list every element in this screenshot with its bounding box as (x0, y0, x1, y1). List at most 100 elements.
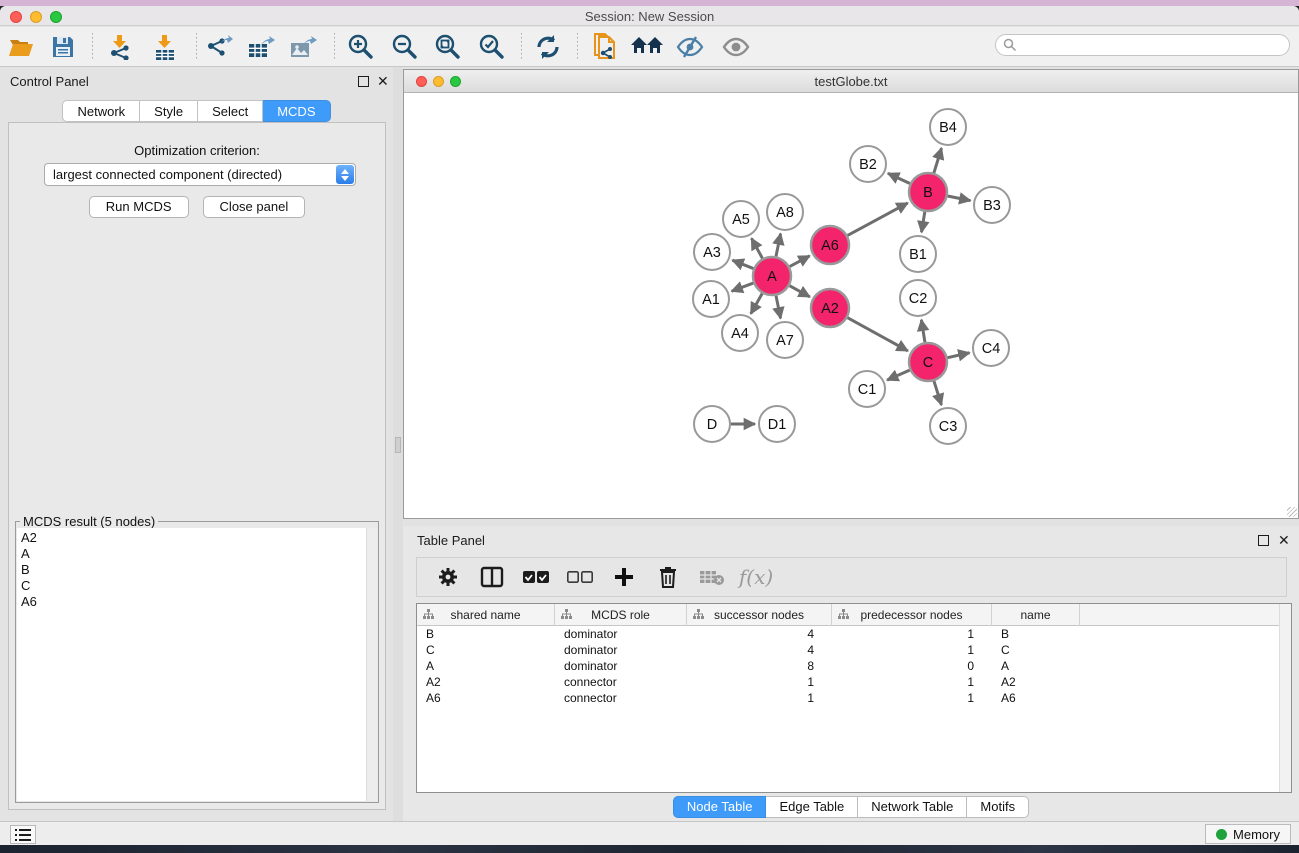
run-mcds-button[interactable]: Run MCDS (89, 196, 189, 218)
table-cell[interactable]: 1 (832, 642, 992, 658)
show-eye-icon[interactable] (719, 31, 753, 63)
network-graph[interactable]: B4B2BB3A5A8A6B1A3AC2A1A2A4A7C4CC1C3DD1 (404, 94, 1298, 518)
graph-edge-A-A5[interactable] (752, 238, 763, 258)
table-cell[interactable]: 1 (687, 690, 832, 706)
column-header-successor-nodes[interactable]: successor nodes (687, 604, 832, 626)
graph-edge-A2-C[interactable] (848, 318, 908, 351)
graph-edge-B-B2[interactable] (888, 173, 910, 183)
float-panel-icon[interactable] (358, 76, 369, 87)
tab-edge-table[interactable]: Edge Table (766, 796, 858, 818)
table-cell[interactable]: 1 (832, 674, 992, 690)
table-cell[interactable]: 4 (687, 626, 832, 642)
table-cell[interactable]: A2 (417, 674, 555, 690)
tab-style[interactable]: Style (140, 100, 198, 122)
gear-icon[interactable] (433, 562, 463, 592)
column-view-icon[interactable] (477, 562, 507, 592)
table-cell[interactable]: connector (555, 674, 687, 690)
graph-edge-A-A3[interactable] (732, 260, 753, 268)
close-panel-button[interactable]: Close panel (203, 196, 306, 218)
column-header-name[interactable]: name (992, 604, 1080, 626)
splitter-grip[interactable] (395, 437, 401, 453)
graph-edge-C-C1[interactable] (887, 370, 910, 380)
table-cell[interactable]: B (992, 626, 1080, 642)
home-icon[interactable] (630, 31, 664, 63)
graph-edge-A-A7[interactable] (776, 296, 781, 319)
graph-edge-B-B4[interactable] (934, 148, 942, 173)
graph-edge-A-A4[interactable] (751, 293, 762, 313)
table-cell[interactable]: B (417, 626, 555, 642)
table-row[interactable]: Bdominator41B (417, 626, 1291, 642)
graph-edge-A6-B[interactable] (848, 203, 908, 236)
result-scrollbar[interactable] (366, 528, 377, 801)
table-cell[interactable]: C (417, 642, 555, 658)
export-image-icon[interactable] (286, 31, 320, 63)
table-scrollbar[interactable] (1279, 604, 1291, 792)
delete-icon[interactable] (653, 562, 683, 592)
table-cell[interactable]: A6 (992, 690, 1080, 706)
task-history-icon[interactable] (10, 825, 36, 844)
import-network-icon[interactable] (103, 31, 137, 63)
table-cell[interactable]: C (992, 642, 1080, 658)
result-item[interactable]: A2 (21, 530, 363, 546)
table-row[interactable]: Cdominator41C (417, 642, 1291, 658)
function-builder-icon[interactable]: f(x) (741, 562, 771, 592)
search-field[interactable] (995, 34, 1290, 56)
network-view-titlebar[interactable]: testGlobe.txt (404, 70, 1298, 93)
tab-network-table[interactable]: Network Table (858, 796, 967, 818)
tab-mcds[interactable]: MCDS (263, 100, 330, 122)
tab-network[interactable]: Network (62, 100, 140, 122)
table-cell[interactable]: dominator (555, 626, 687, 642)
table-row[interactable]: Adominator80A (417, 658, 1291, 674)
import-table-icon[interactable] (148, 31, 182, 63)
graph-edge-B-B1[interactable] (922, 212, 925, 233)
graph-edge-C-C2[interactable] (921, 320, 925, 343)
result-item[interactable]: B (21, 562, 363, 578)
graph-edge-A-A2[interactable] (790, 286, 810, 297)
tab-node-table[interactable]: Node Table (673, 796, 767, 818)
table-cell[interactable]: dominator (555, 658, 687, 674)
table-cell[interactable]: A2 (992, 674, 1080, 690)
result-item[interactable]: A (21, 546, 363, 562)
table-cell[interactable]: 4 (687, 642, 832, 658)
graph-edge-B-B3[interactable] (948, 196, 971, 201)
table-cell[interactable]: A (417, 658, 555, 674)
graph-edge-C-C4[interactable] (948, 353, 970, 358)
table-cell[interactable]: dominator (555, 642, 687, 658)
table-cell[interactable]: 8 (687, 658, 832, 674)
table-cell[interactable]: 0 (832, 658, 992, 674)
result-item[interactable]: A6 (21, 594, 363, 610)
network-resize-handle[interactable] (1287, 507, 1297, 517)
refresh-icon[interactable] (531, 31, 565, 63)
table-cell[interactable]: A (992, 658, 1080, 674)
add-column-icon[interactable] (609, 562, 639, 592)
hide-eye-icon[interactable] (673, 31, 707, 63)
zoom-fit-icon[interactable] (431, 31, 465, 63)
graph-edge-A-A1[interactable] (732, 283, 754, 291)
open-file-icon[interactable] (5, 31, 39, 63)
delete-table-icon[interactable] (697, 562, 727, 592)
zoom-out-icon[interactable] (388, 31, 422, 63)
panel-splitter[interactable] (393, 67, 403, 821)
export-network-icon[interactable] (202, 31, 236, 63)
search-input[interactable] (1017, 36, 1289, 54)
select-all-icon[interactable] (521, 562, 551, 592)
table-row[interactable]: A2connector11A2 (417, 674, 1291, 690)
table-cell[interactable]: 1 (687, 674, 832, 690)
new-network-icon[interactable] (588, 31, 622, 63)
export-table-icon[interactable] (244, 31, 278, 63)
table-cell[interactable]: connector (555, 690, 687, 706)
table-row[interactable]: A6connector11A6 (417, 690, 1291, 706)
memory-button[interactable]: Memory (1205, 824, 1291, 844)
optimization-criterion-select[interactable]: largest connected component (directed) (44, 163, 356, 186)
graph-edge-A-A6[interactable] (790, 256, 810, 267)
zoom-in-icon[interactable] (344, 31, 378, 63)
result-item[interactable]: C (21, 578, 363, 594)
close-table-panel-icon[interactable]: ✕ (1278, 531, 1290, 549)
column-header-MCDS-role[interactable]: MCDS role (555, 604, 687, 626)
graph-edge-C-C3[interactable] (934, 381, 941, 405)
table-cell[interactable]: 1 (832, 690, 992, 706)
graph-edge-A-A8[interactable] (776, 234, 781, 257)
column-header-shared-name[interactable]: shared name (417, 604, 555, 626)
zoom-selected-icon[interactable] (475, 31, 509, 63)
tab-motifs[interactable]: Motifs (967, 796, 1029, 818)
